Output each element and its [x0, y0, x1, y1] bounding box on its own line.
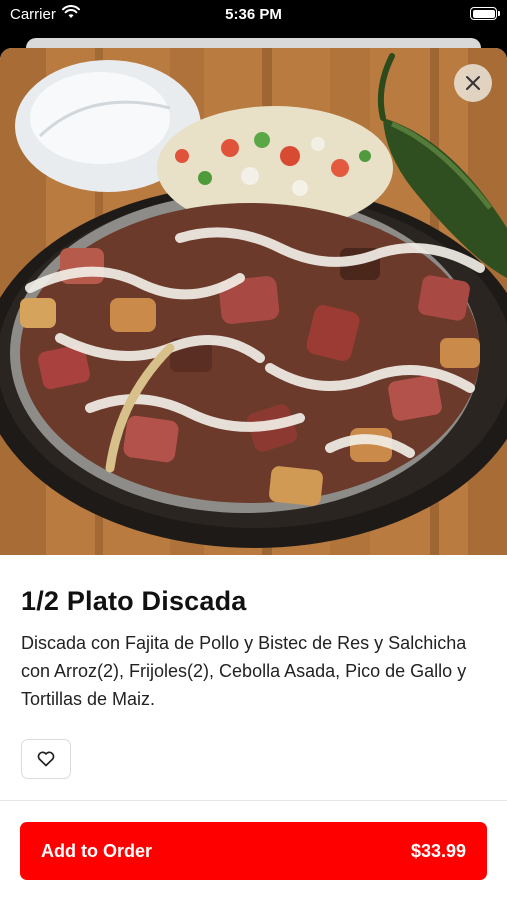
battery-icon [470, 7, 500, 20]
item-price: $33.99 [410, 840, 466, 861]
add-to-order-label: Add to Order [41, 840, 152, 861]
favorite-button[interactable] [21, 739, 71, 779]
status-bar: Carrier 5:36 PM [0, 0, 507, 30]
item-title: 1/2 Plato Discada [21, 586, 247, 616]
status-time: 5:36 PM [225, 6, 282, 23]
item-detail-sheet: 1/2 Plato Discada Discada con Fajita de … [0, 48, 507, 900]
add-to-order-button[interactable]: Add to Order $33.99 [20, 822, 487, 880]
heart-icon [37, 751, 55, 767]
close-button[interactable] [454, 64, 492, 102]
divider [0, 800, 507, 801]
item-description: Discada con Fajita de Pollo y Bistec de … [21, 633, 467, 709]
close-icon [465, 75, 481, 91]
food-photo [0, 48, 507, 555]
